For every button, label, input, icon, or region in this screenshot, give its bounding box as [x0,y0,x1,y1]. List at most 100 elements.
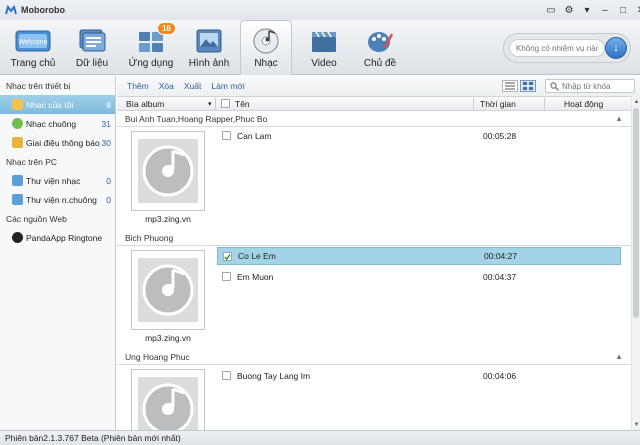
ringtone-library-icon [12,194,23,205]
album-cover[interactable] [131,131,205,211]
select-all-checkbox[interactable] [221,99,230,108]
tab-apps-label: Ứng dụng [128,58,174,69]
track-row[interactable]: Co Le Em 00:04:27 [217,247,621,265]
sidebar-item-label: PandaApp Ringtone [26,232,103,243]
scroll-up-icon[interactable]: ▲ [632,97,640,106]
album-disc-icon [138,258,198,322]
sidebar-item-pandaapp-ringtone[interactable]: PandaApp Ringtone [0,228,115,247]
track-checkbox[interactable] [222,371,231,380]
collapse-icon[interactable]: ▲ [615,352,623,361]
sidebar-item-music-library[interactable]: Thư viện nhạc 0 [0,171,115,190]
tab-photos[interactable]: Hình ảnh [184,20,234,75]
column-divider [473,98,474,110]
tab-music[interactable]: Nhạc [240,20,292,75]
track-row[interactable]: Buong Tay Lang Im 00:04:06 [217,367,621,385]
refresh-button[interactable]: Làm mới [211,81,244,91]
vertical-scrollbar[interactable]: ▲ ▼ [631,96,640,430]
album-source: mp3.zing.vn [145,333,191,343]
tab-data[interactable]: Dữ liệu [68,20,116,75]
artist-group-header[interactable]: Ung Hoang Phuc ▲ [117,349,631,365]
download-manager-icon[interactable]: ↓ [605,37,627,59]
tab-themes[interactable]: Chủ đề [356,20,404,75]
action-bar: Thêm Xóa Xuất Làm mới [117,76,640,96]
my-music-icon [12,99,23,110]
search-input[interactable] [562,81,632,91]
track-duration: 00:04:06 [483,371,517,381]
pc-music-header: Nhạc trên PC [6,156,58,167]
music-disc-icon [248,27,284,55]
sidebar-item-my-music[interactable]: Nhạc của tôi 8 [0,95,115,114]
track-name: Buong Tay Lang Im [237,371,311,381]
album-disc-icon [138,139,198,203]
album-cover[interactable] [131,369,205,430]
menu-dropdown-icon[interactable]: ▾ [580,3,594,17]
sidebar-item-notification-tones[interactable]: Giai điệu thông báo 30 [0,133,115,152]
sidebar-item-ringtone-library[interactable]: Thư viện n.chuông 0 [0,190,115,209]
table-header: Bìa album ▾ Tên Thời gian Hoạt động [117,96,631,111]
scroll-down-icon[interactable]: ▼ [632,420,640,429]
column-duration[interactable]: Thời gian [480,99,516,109]
sidebar-item-count: 31 [101,118,111,129]
data-icon [74,27,110,55]
track-checkbox-checked[interactable] [223,252,232,261]
collapse-icon[interactable]: ▲ [615,114,623,123]
tab-music-label: Nhạc [254,58,278,69]
track-list: Bui Anh Tuan,Hoang Rapper,Phuc Bo ▲ mp3.… [117,111,631,430]
sort-arrow-icon[interactable]: ▾ [208,100,212,108]
album-source: mp3.zing.vn [145,214,191,224]
skin-icon[interactable]: ▭ [544,3,558,17]
sidebar-item-label: Thư viện nhạc [26,175,81,186]
sidebar-item-ringtones[interactable]: Nhạc chuông 31 [0,114,115,133]
track-duration: 00:04:37 [483,272,517,282]
task-status-box: ↓ [503,33,631,63]
list-view-icon[interactable] [502,80,518,92]
moborobo-logo-icon [5,4,17,16]
sidebar-item-count: 0 [106,175,111,186]
track-checkbox[interactable] [222,272,231,281]
add-button[interactable]: Thêm [127,81,149,91]
column-activity[interactable]: Hoạt động [564,99,603,109]
sidebar-item-count: 30 [101,137,111,148]
column-divider [215,98,216,110]
export-button[interactable]: Xuất [184,81,202,91]
track-checkbox[interactable] [222,131,231,140]
delete-button[interactable]: Xóa [159,81,174,91]
track-name: Can Lam [237,131,272,141]
track-duration: 00:05:28 [483,131,517,141]
column-divider [544,98,545,110]
task-status-field[interactable] [509,39,605,57]
tab-home[interactable]: Welcome Trang chủ [6,20,60,75]
tab-apps[interactable]: Ứng dụng 16 [124,20,178,75]
artist-group-header[interactable]: Bich Phuong [117,230,631,246]
home-icon: Welcome [15,27,51,55]
album-disc-icon [138,377,198,430]
sidebar-item-label: Nhạc chuông [26,118,77,129]
tab-themes-label: Chủ đề [363,58,397,69]
column-name[interactable]: Tên [235,99,250,109]
track-name: Co Le Em [238,251,276,261]
grid-view-icon[interactable] [520,80,536,92]
web-sources-header: Các nguồn Web [6,213,67,224]
sidebar-item-count: 8 [106,99,111,110]
album-cover[interactable] [131,250,205,330]
video-clapper-icon [306,27,342,55]
artist-name: Ung Hoang Phuc [125,351,190,362]
settings-icon[interactable]: ⚙ [562,3,576,17]
main-toolbar: Welcome Trang chủ Dữ liệu Ứng dụng 16 Hì… [0,20,640,75]
close-icon[interactable]: ✕ [634,3,640,17]
sidebar-item-label: Nhạc của tôi [26,99,74,110]
tab-photos-label: Hình ảnh [188,58,230,69]
artist-name: Bui Anh Tuan,Hoang Rapper,Phuc Bo [125,113,268,124]
artist-group-header[interactable]: Bui Anh Tuan,Hoang Rapper,Phuc Bo ▲ [117,111,631,127]
scrollbar-thumb[interactable] [633,108,639,318]
column-album-cover[interactable]: Bìa album [126,99,164,109]
tab-video[interactable]: Video [302,20,346,75]
artist-name: Bich Phuong [125,232,174,243]
track-row[interactable]: Can Lam 00:05:28 [217,127,621,145]
maximize-icon[interactable]: □ [616,3,630,17]
sidebar-item-count: 0 [106,194,111,205]
track-row[interactable]: Em Muon 00:04:37 [217,268,621,286]
welcome-label: Welcome [18,39,47,46]
minimize-icon[interactable]: – [598,3,612,17]
checkmark-icon [224,253,231,260]
